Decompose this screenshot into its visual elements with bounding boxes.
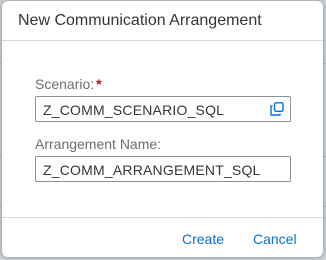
arrangement-name-label: Arrangement Name: — [35, 136, 162, 152]
scenario-input-value: Z_COMM_SCENARIO_SQL — [43, 102, 225, 118]
cancel-button[interactable]: Cancel — [253, 231, 297, 247]
dialog-footer: Create Cancel — [2, 217, 323, 257]
create-button[interactable]: Create — [182, 231, 224, 247]
arrangement-name-input-value: Z_COMM_ARRANGEMENT_SQL — [43, 162, 261, 178]
dialog-header: New Communication Arrangement — [2, 1, 323, 41]
new-communication-arrangement-dialog: New Communication Arrangement Scenario: *… — [2, 1, 323, 257]
dialog-title: New Communication Arrangement — [18, 12, 262, 29]
required-marker: * — [96, 76, 102, 92]
value-help-icon[interactable] — [270, 102, 284, 116]
scenario-label: Scenario: * — [35, 76, 102, 92]
arrangement-name-input[interactable]: Z_COMM_ARRANGEMENT_SQL — [35, 156, 291, 182]
scenario-label-text: Scenario: — [35, 76, 95, 92]
scenario-input[interactable]: Z_COMM_SCENARIO_SQL — [35, 96, 291, 122]
